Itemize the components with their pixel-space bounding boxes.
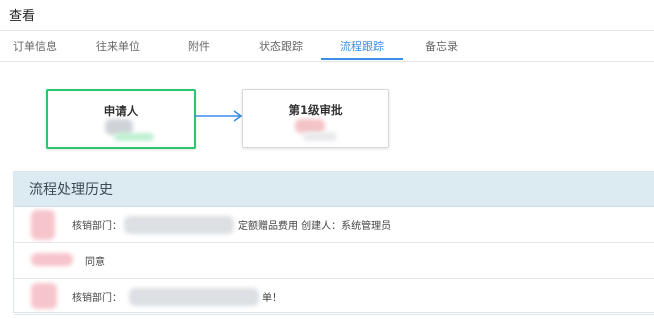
tab-status-tracking[interactable]: 状态跟踪 [259, 38, 303, 54]
avatar-blur [31, 253, 73, 266]
row-text: 单！ [262, 293, 282, 304]
tab-bar: 订单信息 往来单位 附件 状态跟踪 流程跟踪 备忘录 [0, 30, 654, 62]
avatar-blur [31, 210, 55, 240]
table-row: 核销部门： 单！ [14, 279, 654, 315]
active-tab-indicator [321, 58, 403, 60]
tab-order-info[interactable]: 订单信息 [13, 38, 57, 54]
row-text: 核销部门： [72, 221, 122, 232]
flow-node-label: 申请人 [103, 104, 139, 118]
avatar-blur [295, 119, 325, 133]
redacted-blur [129, 288, 259, 306]
flow-node-level1-approval[interactable]: 第1级审批 [242, 89, 389, 148]
tab-partners[interactable]: 往来单位 [96, 38, 140, 54]
redacted-blur [124, 216, 234, 234]
panel-header: 流程处理历史 [14, 172, 654, 207]
table-row: 同意 [14, 243, 654, 279]
process-history-panel: 流程处理历史 核销部门： 定额赠品费用 创建人：系统管理员 同意 核销部门： 单… [13, 171, 654, 315]
row-text: 同意 [85, 257, 105, 268]
table-row: 核销部门： 定额赠品费用 创建人：系统管理员 [14, 207, 654, 243]
avatar-blur [114, 133, 154, 141]
window-title: 查看 [9, 9, 36, 24]
flow-node-applicant[interactable]: 申请人 [46, 89, 196, 149]
tab-memo[interactable]: 备忘录 [425, 38, 458, 54]
tab-attachments[interactable]: 附件 [188, 38, 210, 54]
flow-node-label: 第1级审批 [288, 103, 343, 117]
panel-title: 流程处理历史 [29, 182, 113, 198]
flow-arrow-icon [194, 110, 243, 122]
row-text: 核销部门： [72, 293, 122, 304]
avatar-blur [31, 283, 57, 309]
avatar-blur [303, 132, 337, 141]
tab-process-tracking[interactable]: 流程跟踪 [340, 38, 384, 54]
row-text: 定额赠品费用 创建人：系统管理员 [238, 221, 392, 232]
